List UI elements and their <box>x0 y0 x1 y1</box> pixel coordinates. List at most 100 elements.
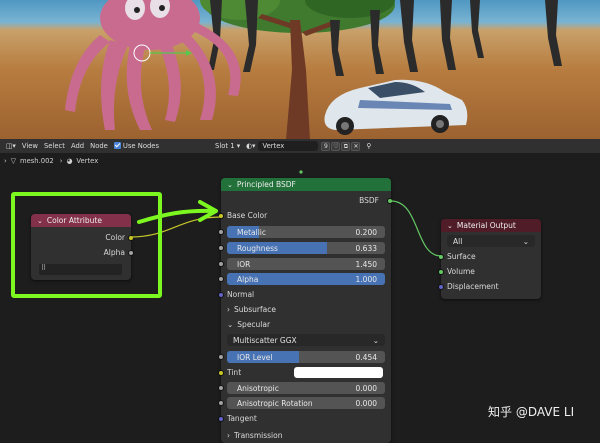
users-count[interactable]: 9 <box>320 141 331 151</box>
surface-row: Surface <box>447 250 535 263</box>
subsurface-label: Subsurface <box>234 305 276 314</box>
node-title: Material Output <box>456 221 516 230</box>
node-editor-header: ◫▾ View Select Add Node Use Nodes Slot 1… <box>0 139 600 153</box>
anisotropic-label: Anisotropic <box>237 383 279 393</box>
volume-socket[interactable] <box>438 269 444 275</box>
surface-socket[interactable] <box>438 254 444 260</box>
tint-label: Tint <box>227 368 242 377</box>
chevron-down-icon: ⌄ <box>227 320 234 329</box>
alpha-output-socket[interactable] <box>128 250 134 256</box>
subsurface-panel[interactable]: › Subsurface <box>227 303 385 316</box>
ior-label: IOR <box>237 259 251 269</box>
material-name-field[interactable]: Vertex <box>258 141 319 151</box>
transmission-panel[interactable]: › Transmission <box>227 429 385 442</box>
roughness-value: 0.633 <box>355 243 377 253</box>
surface-label: Surface <box>447 252 476 261</box>
slot-dropdown[interactable]: Slot 1 ▾ <box>215 142 240 150</box>
anisotropic-rotation-value: 0.000 <box>355 398 377 408</box>
displacement-label: Displacement <box>447 282 499 291</box>
ior-level-label: IOR Level <box>237 352 273 362</box>
distribution-value: Multiscatter GGX <box>233 335 297 345</box>
volume-label: Volume <box>447 267 475 276</box>
material-name-text: Vertex <box>262 142 285 150</box>
use-nodes-label: Use Nodes <box>122 142 160 150</box>
color-output-socket[interactable] <box>128 235 134 241</box>
roughness-slider[interactable]: Roughness 0.633 <box>227 242 385 254</box>
alpha-value: 1.000 <box>355 274 377 284</box>
editor-type-icon[interactable]: ◫▾ <box>6 142 16 150</box>
anisotropic-socket[interactable] <box>218 385 224 391</box>
normal-socket[interactable] <box>218 292 224 298</box>
collapse-chevron-icon[interactable]: ⌄ <box>447 222 453 230</box>
principled-bsdf-header[interactable]: ⌄ Principled BSDF <box>221 178 391 191</box>
render-target-dropdown[interactable]: All ⌄ <box>447 235 535 247</box>
node-canvas[interactable]: ⌄ Color Attribute Color Alpha ⠿ ⌄ Princi… <box>0 169 600 443</box>
use-nodes-checkbox[interactable]: Use Nodes <box>113 142 160 150</box>
base-color-socket[interactable] <box>218 213 224 219</box>
breadcrumb: › ▽ mesh.002 › ◕ Vertex <box>0 153 600 169</box>
alpha-slider[interactable]: Alpha 1.000 <box>227 273 385 285</box>
alpha-output-row: Alpha <box>37 246 125 259</box>
chevron-down-icon: ⌄ <box>372 335 379 345</box>
anisotropic-field[interactable]: Anisotropic 0.000 <box>227 382 385 394</box>
ior-socket[interactable] <box>218 261 224 267</box>
material-output-node[interactable]: ⌄ Material Output All ⌄ Surface Volume D… <box>438 219 541 299</box>
collapse-chevron-icon[interactable]: ⌄ <box>227 181 233 189</box>
anisotropic-value: 0.000 <box>355 383 377 393</box>
tint-color-swatch[interactable] <box>294 367 383 378</box>
ior-field[interactable]: IOR 1.450 <box>227 258 385 270</box>
duplicate-icon[interactable]: ⧉ <box>341 141 351 151</box>
fake-user-icon[interactable]: ♡ <box>331 141 341 151</box>
ior-level-socket[interactable] <box>218 354 224 360</box>
menu-select[interactable]: Select <box>44 142 65 150</box>
breadcrumb-attribute: Vertex <box>76 157 99 165</box>
displacement-socket[interactable] <box>438 284 444 290</box>
watermark: 知乎 @DAVE LI <box>488 405 575 419</box>
slot-label: Slot 1 <box>215 142 235 150</box>
output-color-label: Color <box>105 233 125 242</box>
volume-row: Volume <box>447 265 535 278</box>
tint-socket[interactable] <box>218 370 224 376</box>
color-attribute-node[interactable]: ⌄ Color Attribute Color Alpha ⠿ <box>31 214 134 280</box>
alpha-label: Alpha <box>237 274 259 284</box>
unlink-icon[interactable]: ✕ <box>351 141 361 151</box>
tangent-label: Tangent <box>227 414 257 423</box>
mesh-icon: ▽ <box>10 157 16 165</box>
chevron-down-icon: ⌄ <box>522 236 529 246</box>
anisotropic-rotation-field[interactable]: Anisotropic Rotation 0.000 <box>227 397 385 409</box>
base-color-label: Base Color <box>227 211 268 220</box>
menu-node[interactable]: Node <box>90 142 108 150</box>
anisotropic-rotation-socket[interactable] <box>218 400 224 406</box>
viewport-render[interactable] <box>0 0 600 139</box>
material-sphere-icon: ◕ <box>66 157 73 165</box>
roughness-socket[interactable] <box>218 245 224 251</box>
color-attribute-header[interactable]: ⌄ Color Attribute <box>31 214 131 227</box>
attribute-name-field[interactable]: ⠿ <box>39 264 122 275</box>
chevron-right-icon: › <box>4 157 7 165</box>
collapse-chevron-icon[interactable]: ⌄ <box>37 217 43 225</box>
distribution-dropdown[interactable]: Multiscatter GGX ⌄ <box>227 334 385 346</box>
ior-level-value: 0.454 <box>355 352 377 362</box>
metallic-label: Metallic <box>237 227 266 237</box>
material-type-icon[interactable]: ◐▾ <box>246 142 255 150</box>
material-output-header[interactable]: ⌄ Material Output <box>441 219 541 232</box>
bsdf-output-socket[interactable] <box>387 198 393 204</box>
menu-view[interactable]: View <box>22 142 38 150</box>
metallic-slider[interactable]: Metallic 0.200 <box>227 226 385 238</box>
render-target-value: All <box>453 236 463 246</box>
metallic-socket[interactable] <box>218 229 224 235</box>
specular-label: Specular <box>237 320 271 329</box>
principled-bsdf-node[interactable]: ⌄ Principled BSDF BSDF Base Color Metall… <box>218 178 393 443</box>
specular-panel[interactable]: ⌄ Specular <box>227 318 385 331</box>
tangent-row: Tangent <box>227 412 385 425</box>
normal-row: Normal <box>227 288 385 301</box>
menu-add[interactable]: Add <box>71 142 84 150</box>
alpha-socket[interactable] <box>218 276 224 282</box>
normal-label: Normal <box>227 290 255 299</box>
scene-image <box>65 0 562 139</box>
attribute-icon: ⠿ <box>41 264 47 272</box>
pin-icon[interactable]: ⚲ <box>366 142 371 150</box>
ior-level-slider[interactable]: IOR Level 0.454 <box>227 351 385 363</box>
tangent-socket[interactable] <box>218 416 224 422</box>
ior-value: 1.450 <box>355 259 377 269</box>
